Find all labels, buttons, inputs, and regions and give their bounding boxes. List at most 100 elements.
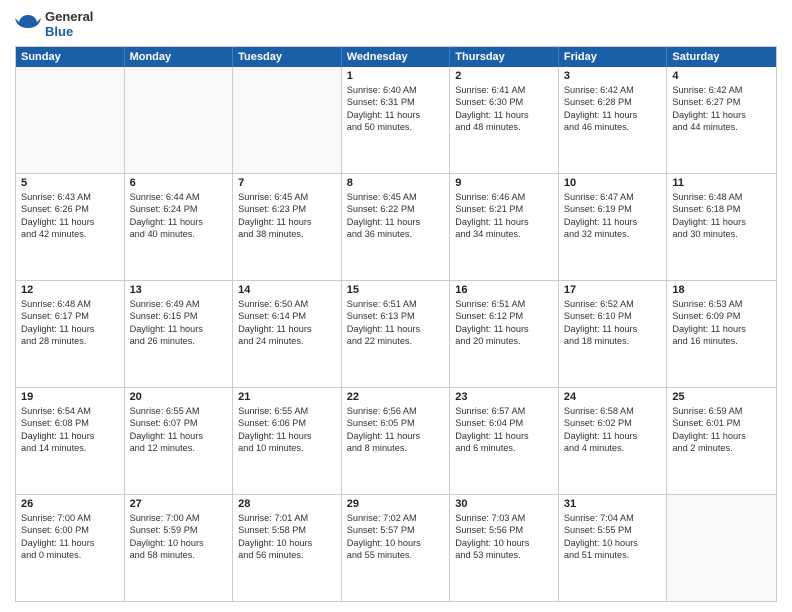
cell-text-line: Daylight: 11 hours [455, 109, 553, 121]
day-number: 21 [238, 391, 336, 403]
day-number: 13 [130, 284, 228, 296]
cell-text-line: Sunrise: 6:55 AM [238, 405, 336, 417]
cell-text-line: and 10 minutes. [238, 442, 336, 454]
calendar-body: 1Sunrise: 6:40 AMSunset: 6:31 PMDaylight… [16, 67, 776, 601]
calendar-header-wednesday: Wednesday [342, 47, 451, 67]
logo-icon [15, 12, 41, 38]
day-number: 30 [455, 498, 553, 510]
calendar: SundayMondayTuesdayWednesdayThursdayFrid… [15, 46, 777, 602]
cell-text-line: Sunset: 5:57 PM [347, 524, 445, 536]
day-number: 17 [564, 284, 662, 296]
cell-text-line: Sunset: 6:05 PM [347, 417, 445, 429]
calendar-day-18: 18Sunrise: 6:53 AMSunset: 6:09 PMDayligh… [667, 281, 776, 387]
calendar-day-25: 25Sunrise: 6:59 AMSunset: 6:01 PMDayligh… [667, 388, 776, 494]
cell-text-line: Sunrise: 7:02 AM [347, 512, 445, 524]
cell-text-line: Sunset: 6:24 PM [130, 203, 228, 215]
calendar-week-4: 19Sunrise: 6:54 AMSunset: 6:08 PMDayligh… [16, 387, 776, 494]
cell-text-line: Daylight: 11 hours [130, 430, 228, 442]
calendar-header-thursday: Thursday [450, 47, 559, 67]
day-number: 1 [347, 70, 445, 82]
cell-text-line: and 44 minutes. [672, 121, 771, 133]
cell-text-line: Sunrise: 7:01 AM [238, 512, 336, 524]
calendar-day-23: 23Sunrise: 6:57 AMSunset: 6:04 PMDayligh… [450, 388, 559, 494]
day-number: 12 [21, 284, 119, 296]
cell-text-line: and 0 minutes. [21, 549, 119, 561]
cell-text-line: Sunset: 6:10 PM [564, 310, 662, 322]
calendar-day-2: 2Sunrise: 6:41 AMSunset: 6:30 PMDaylight… [450, 67, 559, 173]
cell-text-line: Sunrise: 6:41 AM [455, 84, 553, 96]
calendar-day-22: 22Sunrise: 6:56 AMSunset: 6:05 PMDayligh… [342, 388, 451, 494]
cell-text-line: Sunrise: 6:52 AM [564, 298, 662, 310]
calendar-header-saturday: Saturday [667, 47, 776, 67]
cell-text-line: Sunset: 6:28 PM [564, 96, 662, 108]
cell-text-line: Daylight: 10 hours [347, 537, 445, 549]
cell-text-line: Daylight: 11 hours [21, 323, 119, 335]
cell-text-line: Sunset: 6:13 PM [347, 310, 445, 322]
cell-text-line: Sunrise: 7:00 AM [130, 512, 228, 524]
cell-text-line: Daylight: 11 hours [347, 430, 445, 442]
day-number: 23 [455, 391, 553, 403]
cell-text-line: and 8 minutes. [347, 442, 445, 454]
cell-text-line: and 53 minutes. [455, 549, 553, 561]
day-number: 15 [347, 284, 445, 296]
calendar-day-29: 29 Sunrise: 7:02 AMSunset: 5:57 PMDayligh… [342, 495, 451, 601]
cell-text-line: Sunset: 6:09 PM [672, 310, 771, 322]
calendar-header-tuesday: Tuesday [233, 47, 342, 67]
cell-text-line: and 58 minutes. [130, 549, 228, 561]
cell-text-line: Sunset: 6:26 PM [21, 203, 119, 215]
cell-text-line: and 36 minutes. [347, 228, 445, 240]
calendar-day-empty [16, 67, 125, 173]
cell-text-line: Daylight: 11 hours [455, 323, 553, 335]
logo-general-text: General [45, 10, 93, 25]
cell-text-line: Sunset: 6:22 PM [347, 203, 445, 215]
cell-text-line: Sunrise: 7:00 AM [21, 512, 119, 524]
calendar-week-3: 12Sunrise: 6:48 AMSunset: 6:17 PMDayligh… [16, 280, 776, 387]
calendar-day-14: 14Sunrise: 6:50 AMSunset: 6:14 PMDayligh… [233, 281, 342, 387]
cell-text-line: and 28 minutes. [21, 335, 119, 347]
calendar-week-5: 26Sunrise: 7:00 AMSunset: 6:00 PMDayligh… [16, 494, 776, 601]
cell-text-line: Daylight: 11 hours [130, 323, 228, 335]
day-number: 4 [672, 70, 771, 82]
calendar-day-13: 13Sunrise: 6:49 AMSunset: 6:15 PMDayligh… [125, 281, 234, 387]
cell-text-line: Sunrise: 6:44 AM [130, 191, 228, 203]
cell-text-line: Sunset: 6:08 PM [21, 417, 119, 429]
calendar-day-3: 3Sunrise: 6:42 AMSunset: 6:28 PMDaylight… [559, 67, 668, 173]
calendar-day-28: 28Sunrise: 7:01 AMSunset: 5:58 PMDayligh… [233, 495, 342, 601]
calendar-day-19: 19Sunrise: 6:54 AMSunset: 6:08 PMDayligh… [16, 388, 125, 494]
cell-text-line: Sunset: 5:56 PM [455, 524, 553, 536]
cell-text-line: Daylight: 11 hours [238, 323, 336, 335]
cell-text-line: Sunset: 6:19 PM [564, 203, 662, 215]
calendar-day-27: 27Sunrise: 7:00 AMSunset: 5:59 PMDayligh… [125, 495, 234, 601]
cell-text-line: Sunset: 6:27 PM [672, 96, 771, 108]
cell-text-line: and 18 minutes. [564, 335, 662, 347]
cell-text-line: and 6 minutes. [455, 442, 553, 454]
day-number: 7 [238, 177, 336, 189]
day-number: 28 [238, 498, 336, 510]
cell-text-line: and 4 minutes. [564, 442, 662, 454]
calendar-day-30: 30Sunrise: 7:03 AMSunset: 5:56 PMDayligh… [450, 495, 559, 601]
cell-text-line: Sunrise: 6:51 AM [455, 298, 553, 310]
cell-text-line: Daylight: 11 hours [455, 216, 553, 228]
cell-text-line: and 2 minutes. [672, 442, 771, 454]
cell-text-line: and 32 minutes. [564, 228, 662, 240]
calendar-day-6: 6Sunrise: 6:44 AMSunset: 6:24 PMDaylight… [125, 174, 234, 280]
cell-text-line: Sunset: 6:01 PM [672, 417, 771, 429]
cell-text-line: Sunset: 6:06 PM [238, 417, 336, 429]
calendar-day-24: 24Sunrise: 6:58 AMSunset: 6:02 PMDayligh… [559, 388, 668, 494]
cell-text-line: and 20 minutes. [455, 335, 553, 347]
cell-text-line: Daylight: 11 hours [21, 430, 119, 442]
cell-text-line: Sunrise: 7:03 AM [455, 512, 553, 524]
calendar-day-11: 11Sunrise: 6:48 AMSunset: 6:18 PMDayligh… [667, 174, 776, 280]
page: GeneralBlue SundayMondayTuesdayWednesday… [0, 0, 792, 612]
day-number: 29 [347, 498, 445, 510]
cell-text-line: Daylight: 11 hours [672, 109, 771, 121]
cell-text-line: Sunrise: 7:04 AM [564, 512, 662, 524]
cell-text-line: Daylight: 11 hours [21, 216, 119, 228]
day-number: 3 [564, 70, 662, 82]
cell-text-line: and 40 minutes. [130, 228, 228, 240]
cell-text-line: Sunrise: 6:58 AM [564, 405, 662, 417]
calendar-day-31: 31Sunrise: 7:04 AMSunset: 5:55 PMDayligh… [559, 495, 668, 601]
day-number: 22 [347, 391, 445, 403]
calendar-day-16: 16Sunrise: 6:51 AMSunset: 6:12 PMDayligh… [450, 281, 559, 387]
cell-text-line: Sunrise: 6:55 AM [130, 405, 228, 417]
